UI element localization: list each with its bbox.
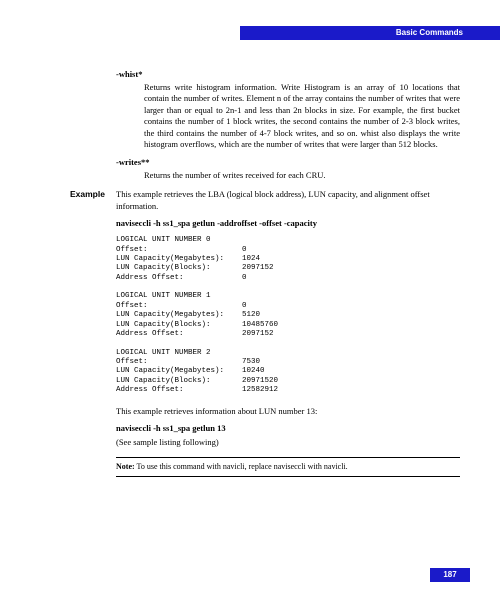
example-after-1: This example retrieves information about… (116, 406, 460, 417)
page-number: 187 (430, 568, 470, 582)
example-after-2: (See sample listing following) (116, 437, 460, 448)
note-section: Note: To use this command with navicli, … (116, 457, 460, 477)
note-text: To use this command with navicli, replac… (135, 462, 348, 471)
option-writes-name: -writes** (116, 157, 460, 167)
option-whist-desc: Returns write histogram information. Wri… (144, 82, 460, 151)
example-intro: This example retrieves the LBA (logical … (116, 189, 460, 212)
note-label: Note: (116, 462, 135, 471)
header-section-title: Basic Commands (396, 28, 463, 37)
example-command-2: naviseccli -h ss1_spa getlun 13 (116, 423, 460, 433)
option-whist-name: -whist* (116, 69, 460, 79)
example-label: Example (70, 189, 116, 477)
example-command-1: naviseccli -h ss1_spa getlun -addroffset… (116, 218, 460, 228)
page-content: -whist* Returns write histogram informat… (70, 66, 460, 477)
example-code-output: LOGICAL UNIT NUMBER 0 Offset: 0 LUN Capa… (116, 236, 460, 395)
option-writes-desc: Returns the number of writes received fo… (144, 170, 460, 181)
